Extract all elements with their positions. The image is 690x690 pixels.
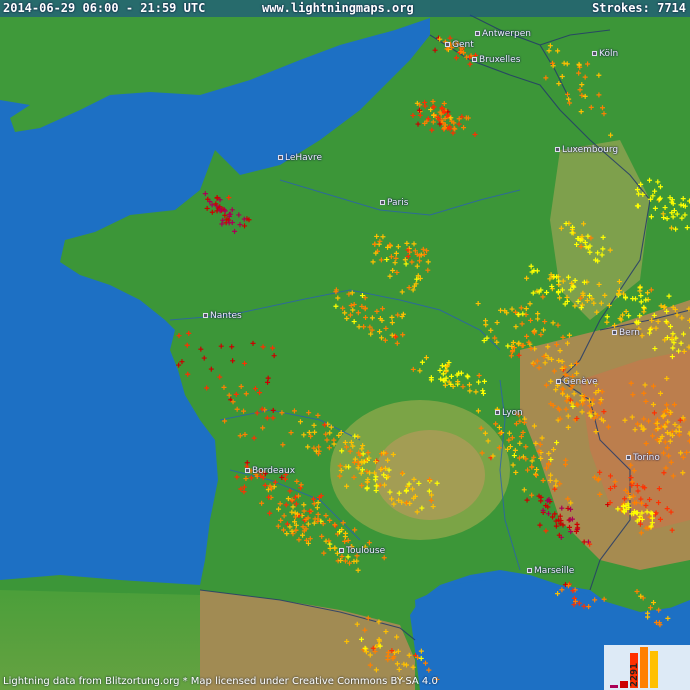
city-label: Köln: [599, 49, 619, 59]
city-nantes: Nantes: [203, 311, 242, 321]
city-label: LeHavre: [285, 153, 323, 163]
stroke-count: Strokes: 7714: [592, 1, 686, 15]
city-label: Toulouse: [346, 546, 386, 556]
city-label: Torino: [633, 453, 660, 463]
attribution[interactable]: Lightning data from Blitzortung.org * Ma…: [3, 676, 438, 687]
city-marker-icon: [527, 568, 532, 573]
city-marker-icon: [445, 42, 450, 47]
city-label: Genève: [563, 377, 598, 387]
stroke-legend: 2291: [604, 645, 690, 690]
legend-bar-4: [640, 647, 648, 688]
city-marker-icon: [555, 147, 560, 152]
city-label: Marseille: [534, 566, 575, 576]
city-marker-icon: [472, 57, 477, 62]
site-url[interactable]: www.lightningmaps.org: [262, 1, 414, 15]
city-antwerpen: Antwerpen: [475, 29, 531, 39]
city-marker-icon: [592, 51, 597, 56]
city-marker-icon: [245, 468, 250, 473]
city-koln: Köln: [592, 49, 618, 59]
city-marker-icon: [203, 313, 208, 318]
city-marker-icon: [339, 548, 344, 553]
city-lyon: Lyon: [495, 408, 523, 418]
city-bordeaux: Bordeaux: [245, 466, 295, 476]
city-marseille: Marseille: [527, 566, 574, 576]
city-label: Bern: [619, 328, 640, 338]
city-bern: Bern: [612, 328, 640, 338]
city-label: Paris: [387, 198, 409, 208]
date-range: 2014-06-29 06:00 - 21:59 UTC: [3, 1, 206, 15]
city-label: Luxembourg: [562, 145, 619, 155]
city-marker-icon: [626, 455, 631, 460]
city-marker-icon: [475, 31, 480, 36]
city-marker-icon: [556, 379, 561, 384]
legend-count: 2291: [629, 663, 640, 687]
lightning-map: [0, 0, 690, 690]
city-geneve: Genève: [556, 377, 598, 387]
city-gent: Gent: [445, 40, 474, 50]
city-lehavre: LeHavre: [278, 153, 322, 163]
city-label: Nantes: [210, 311, 242, 321]
city-marker-icon: [278, 155, 283, 160]
city-bruxelles: Bruxelles: [472, 55, 520, 65]
city-marker-icon: [495, 410, 500, 415]
legend-bar-2: [620, 681, 628, 688]
legend-bar-5: [650, 651, 658, 688]
city-label: Antwerpen: [482, 29, 531, 39]
city-marker-icon: [612, 330, 617, 335]
legend-bar-1: [610, 685, 618, 688]
city-marker-icon: [380, 200, 385, 205]
city-paris: Paris: [380, 198, 408, 208]
city-label: Lyon: [502, 408, 523, 418]
city-label: Bruxelles: [479, 55, 521, 65]
city-label: Bordeaux: [252, 466, 296, 476]
city-label: Gent: [452, 40, 474, 50]
city-luxembourg: Luxembourg: [555, 145, 618, 155]
city-torino: Torino: [626, 453, 660, 463]
city-toulouse: Toulouse: [339, 546, 385, 556]
